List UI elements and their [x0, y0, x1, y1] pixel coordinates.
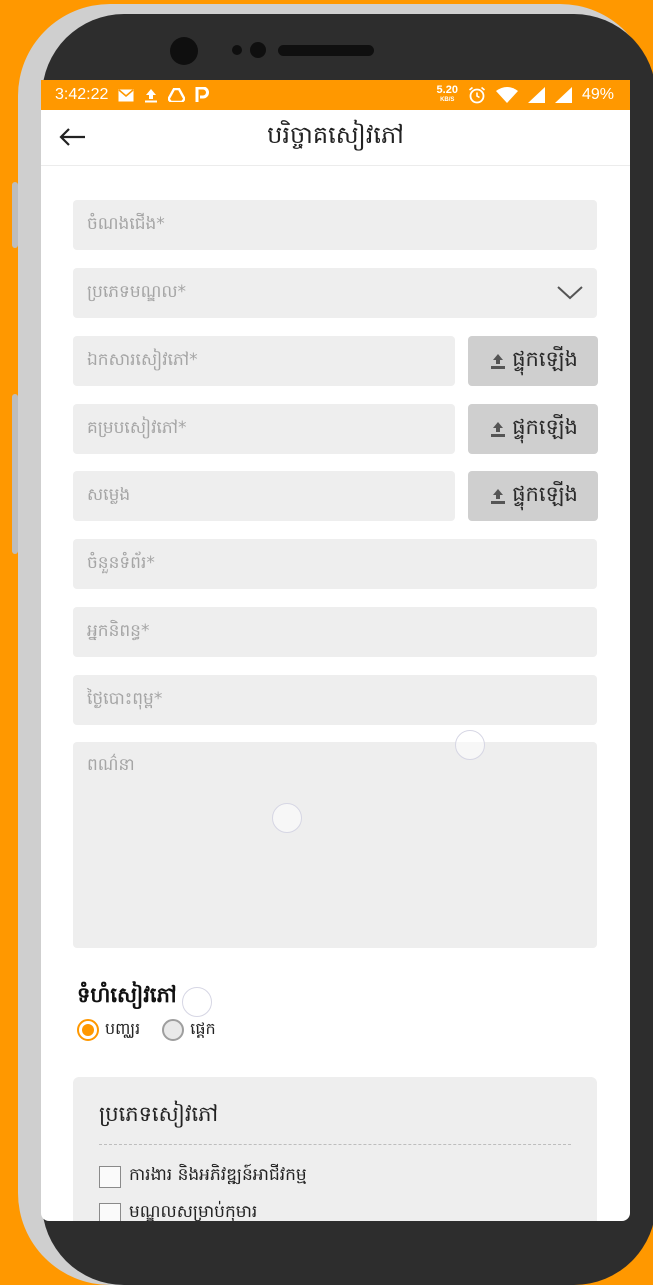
touch-ripple: [455, 730, 485, 760]
touch-ripple: [272, 803, 302, 833]
earpiece-speaker: [278, 45, 374, 56]
app-screen: 3:42:22 5.20 KB/S 49% បរិច្ចាគសៀវភៅ ចំណង…: [41, 80, 630, 1221]
upload-icon: [491, 422, 506, 437]
battery-percent: 49%: [581, 86, 614, 103]
parking-icon: [195, 87, 210, 102]
mail-icon: [118, 88, 134, 101]
checkbox-icon: [99, 1202, 121, 1221]
book-cover-upload-button[interactable]: ផ្ទុកឡើង: [468, 404, 598, 454]
touch-ripple: [182, 987, 212, 1017]
power-button: [12, 394, 18, 554]
radio-landscape[interactable]: ផ្តេក: [162, 1018, 216, 1042]
page-count-input[interactable]: ចំនួនទំព័រ*: [73, 539, 597, 589]
radio-portrait[interactable]: បញ្ឈរ: [77, 1018, 140, 1042]
book-type-card: ប្រភេទសៀវភៅ ការងារ និងអភិវឌ្ឍន៍អាជីវកម្ម…: [73, 1077, 597, 1221]
upload-label: ផ្ទុកឡើង: [512, 346, 578, 371]
back-button[interactable]: [55, 120, 89, 154]
status-time: 3:42:22: [55, 86, 109, 103]
description-placeholder: ពណ៌នា: [87, 755, 135, 775]
alarm-icon: [468, 86, 485, 104]
signal-icon: [527, 87, 545, 103]
divider: [99, 1144, 571, 1145]
page-title: បរិច្ចាគសៀវភៅ: [267, 121, 404, 149]
checkbox-icon: [99, 1165, 121, 1188]
audio-upload-button[interactable]: ផ្ទុកឡើង: [468, 471, 598, 521]
book-type-item[interactable]: មណ្ឌលសម្រាប់កុមារ: [99, 1201, 257, 1221]
radio-selected-icon: [77, 1019, 99, 1041]
book-cover-input[interactable]: គម្របសៀវភៅ*: [73, 404, 455, 454]
book-type-item-label: មណ្ឌលសម្រាប់កុមារ: [129, 1202, 258, 1221]
audio-input[interactable]: សម្លេង: [73, 471, 455, 521]
description-textarea[interactable]: ពណ៌នា: [73, 742, 597, 948]
net-speed: 5.20 KB/S: [436, 84, 458, 104]
book-file-placeholder: ឯកសារសៀវភៅ*: [87, 349, 198, 370]
upload-label: ផ្ទុកឡើង: [512, 481, 578, 506]
wifi-icon: [495, 87, 518, 103]
radio-unselected-icon: [162, 1019, 185, 1041]
book-file-input[interactable]: ឯកសារសៀវភៅ*: [73, 336, 455, 386]
audio-placeholder: សម្លេង: [87, 484, 131, 505]
sensor-dot: [250, 42, 266, 58]
sensor-dot: [232, 45, 242, 55]
arrow-left-icon: [59, 128, 85, 146]
category-placeholder: ប្រភេទមណ្ឌល*: [87, 281, 187, 302]
book-size-radio-group: បញ្ឈរ ផ្តេក: [77, 1018, 216, 1042]
title-placeholder: ចំណងជើង*: [87, 213, 165, 234]
author-input[interactable]: អ្នកនិពន្ធ*: [73, 607, 597, 657]
book-file-upload-button[interactable]: ផ្ទុកឡើង: [468, 336, 598, 386]
front-camera: [170, 37, 198, 65]
category-select[interactable]: ប្រភេទមណ្ឌល*: [73, 268, 597, 318]
upload-icon: [491, 489, 506, 504]
signal-icon: [554, 87, 572, 103]
title-input[interactable]: ចំណងជើង*: [73, 200, 597, 250]
book-cover-placeholder: គម្របសៀវភៅ*: [87, 417, 187, 438]
radio-landscape-label: ផ្តេក: [190, 1019, 216, 1038]
publish-date-input[interactable]: ថ្ងៃបោះពុម្ព*: [73, 675, 597, 725]
app-bar: បរិច្ចាគសៀវភៅ: [41, 110, 630, 166]
book-type-item[interactable]: ការងារ និងអភិវឌ្ឍន៍អាជីវកម្ម: [99, 1164, 307, 1189]
drive-icon: [168, 88, 186, 102]
upload-icon: [145, 88, 158, 102]
status-bar: 3:42:22 5.20 KB/S 49%: [41, 80, 630, 110]
chevron-down-icon: [557, 286, 583, 300]
upload-label: ផ្ទុកឡើង: [512, 414, 578, 439]
author-placeholder: អ្នកនិពន្ធ*: [87, 620, 150, 641]
radio-portrait-label: បញ្ឈរ: [105, 1019, 141, 1038]
publish-date-placeholder: ថ្ងៃបោះពុម្ព*: [87, 688, 163, 709]
book-type-item-label: ការងារ និងអភិវឌ្ឍន៍អាជីវកម្ម: [129, 1165, 307, 1185]
volume-button: [12, 182, 18, 248]
page-count-placeholder: ចំនួនទំព័រ*: [87, 552, 155, 573]
book-size-title: ទំហំសៀវភៅ: [77, 983, 177, 1007]
book-type-title: ប្រភេទសៀវភៅ: [99, 1102, 219, 1126]
upload-icon: [491, 354, 506, 369]
